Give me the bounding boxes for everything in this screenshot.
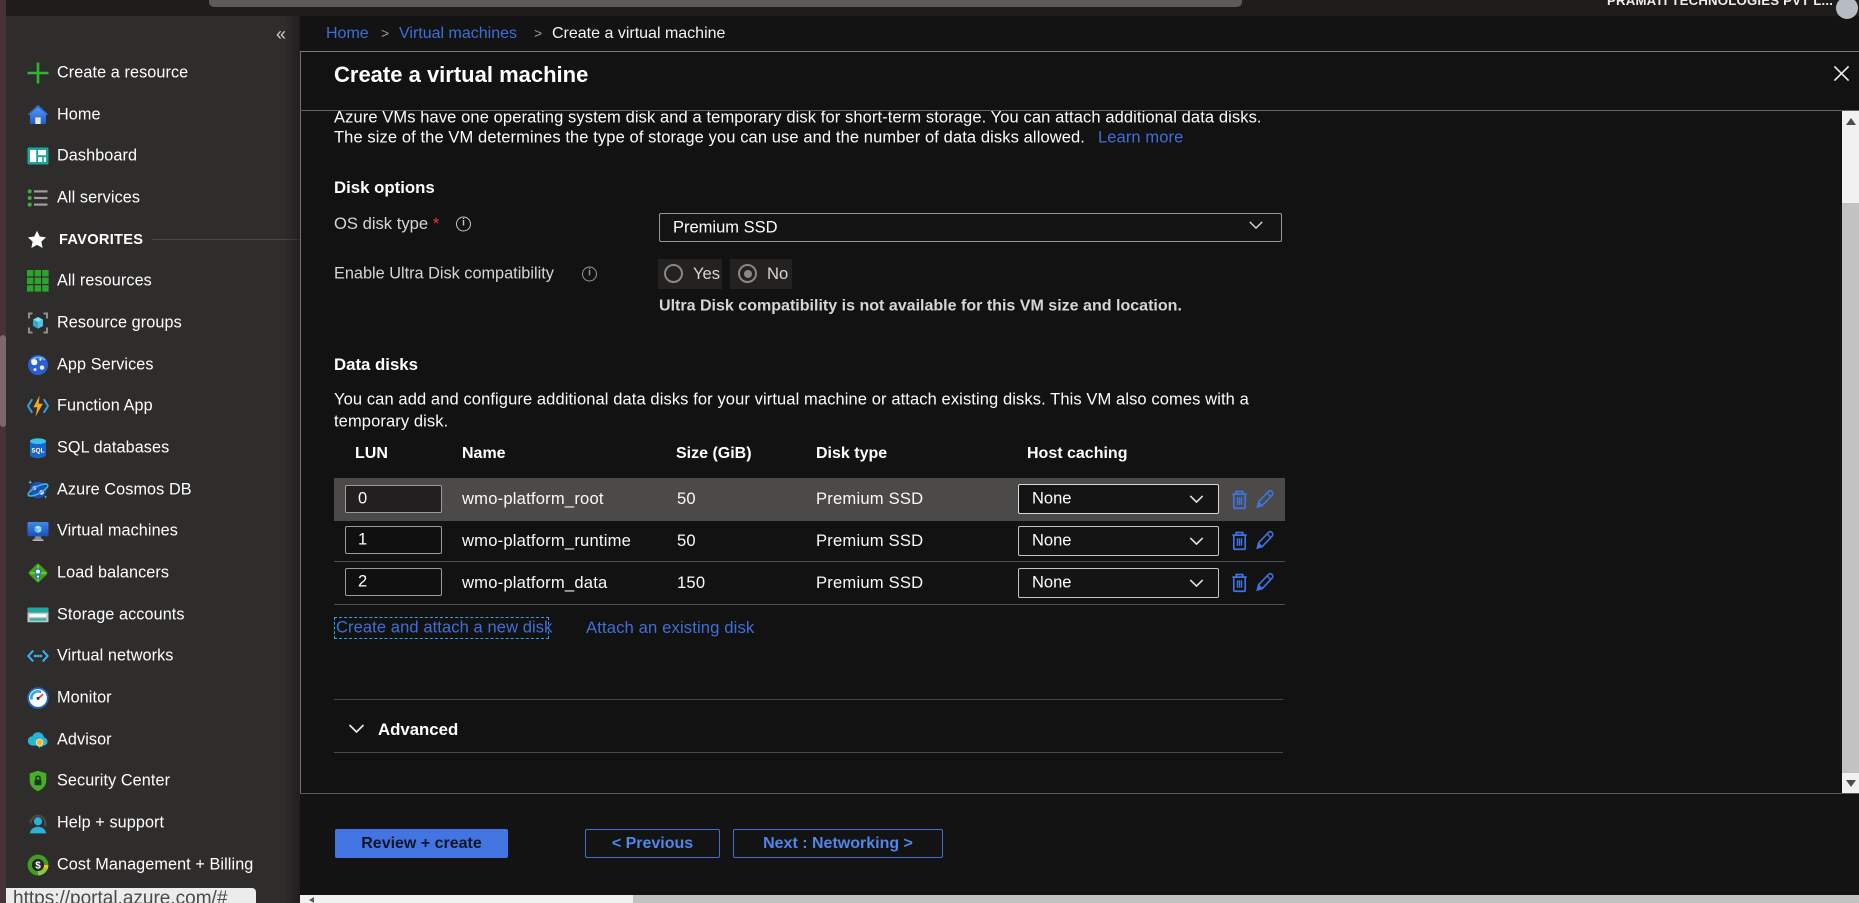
svg-text:$: $ bbox=[35, 860, 41, 871]
svg-text:SQL: SQL bbox=[31, 447, 44, 454]
